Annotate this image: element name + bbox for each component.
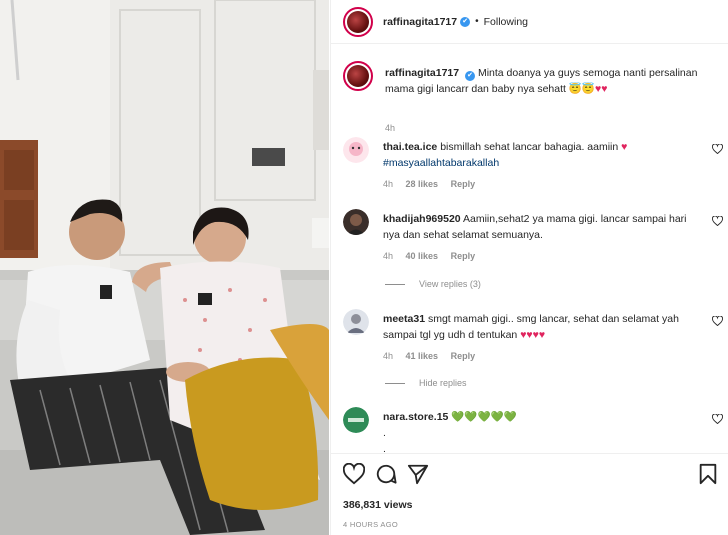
comment-meta: 4h 41 likes Reply — [383, 351, 485, 361]
comments-list[interactable]: raffinagita1717 ✔ Minta doanya ya guys s… — [331, 45, 728, 453]
heart-outline-icon[interactable] — [712, 414, 723, 424]
post-panel: raffinagita1717 ✔ • Following raffinagit… — [330, 0, 728, 535]
comment-time: 4h — [383, 351, 394, 361]
comment-line-2: . — [383, 427, 386, 439]
replies-line — [385, 382, 405, 384]
comment-hashtag[interactable]: #masyaallahtabarakallah — [383, 157, 499, 169]
post-header: raffinagita1717 ✔ • Following — [331, 0, 728, 44]
comment-username[interactable]: khadijah969520 — [383, 213, 461, 225]
commenter-avatar[interactable] — [343, 209, 369, 235]
hide-replies-label: Hide replies — [419, 378, 467, 388]
reply-button[interactable]: Reply — [451, 179, 476, 189]
comment-text-block: khadijah969520 Aamiin,sehat2 ya mama gig… — [383, 211, 703, 243]
comment-username[interactable]: nara.store.15 — [383, 411, 448, 423]
comment-bubble-icon[interactable] — [375, 463, 397, 485]
paper-plane-icon[interactable] — [407, 463, 429, 485]
comment-text-block: nara.store.15 💚💚💚💚💚 . . — [383, 409, 703, 453]
comment-meta: 4h 28 likes Reply — [383, 179, 485, 189]
comment-text-block: thai.tea.ice bismillah sehat lancar baha… — [383, 139, 703, 171]
caption-avatar[interactable] — [343, 61, 373, 91]
comment-username[interactable]: thai.tea.ice — [383, 141, 437, 153]
reply-button[interactable]: Reply — [451, 251, 476, 261]
comment-emoji: ♥♥♥♥ — [520, 329, 546, 341]
comment-line-3: . — [383, 443, 386, 453]
bookmark-icon[interactable] — [697, 463, 719, 485]
caption-time: 4h — [385, 123, 396, 133]
comment-text-block: meeta31 smgt mamah gigi.. smg lancar, se… — [383, 311, 703, 343]
view-replies-button[interactable]: View replies (3) — [385, 279, 481, 289]
separator-dot: • — [475, 16, 479, 27]
post-photo-illustration — [0, 0, 329, 535]
caption-username[interactable]: raffinagita1717 — [385, 67, 459, 79]
view-count[interactable]: 386,831 views — [343, 499, 412, 511]
caption-text-block: raffinagita1717 ✔ Minta doanya ya guys s… — [385, 65, 725, 97]
verified-badge-icon: ✔ — [460, 16, 471, 27]
commenter-avatar[interactable] — [343, 407, 369, 433]
replies-line — [385, 283, 405, 285]
commenter-avatar[interactable] — [343, 309, 369, 335]
heart-outline-icon[interactable] — [343, 463, 365, 485]
caption-emoji: 😇😇♥♥ — [568, 83, 608, 95]
comment-text: bismillah sehat lancar bahagia. aamiin — [440, 141, 619, 153]
comment-emoji: ♥ — [621, 141, 628, 153]
hide-replies-button[interactable]: Hide replies — [385, 378, 467, 388]
post-photo[interactable] — [0, 0, 329, 535]
view-replies-label: View replies (3) — [419, 279, 481, 289]
comment-likes[interactable]: 41 likes — [406, 351, 439, 361]
heart-outline-icon[interactable] — [712, 216, 723, 226]
following-button[interactable]: Following — [484, 16, 528, 28]
author-username[interactable]: raffinagita1717 — [383, 16, 457, 28]
caption-meta: 4h — [385, 123, 405, 133]
commenter-avatar[interactable] — [343, 137, 369, 163]
heart-outline-icon[interactable] — [712, 144, 723, 154]
reply-button[interactable]: Reply — [451, 351, 476, 361]
comment-username[interactable]: meeta31 — [383, 313, 425, 325]
comment-likes[interactable]: 28 likes — [406, 179, 439, 189]
post-actions: 386,831 views 4 HOURS AGO — [331, 453, 728, 535]
comment-meta: 4h 40 likes Reply — [383, 251, 485, 261]
comment-time: 4h — [383, 251, 394, 261]
post-timestamp: 4 HOURS AGO — [343, 520, 398, 529]
verified-badge-icon: ✔ — [465, 71, 476, 81]
author-avatar[interactable] — [343, 6, 373, 37]
comment-time: 4h — [383, 179, 394, 189]
comment-likes[interactable]: 40 likes — [406, 251, 439, 261]
comment-emoji: 💚💚💚💚💚 — [451, 411, 517, 423]
heart-outline-icon[interactable] — [712, 316, 723, 326]
